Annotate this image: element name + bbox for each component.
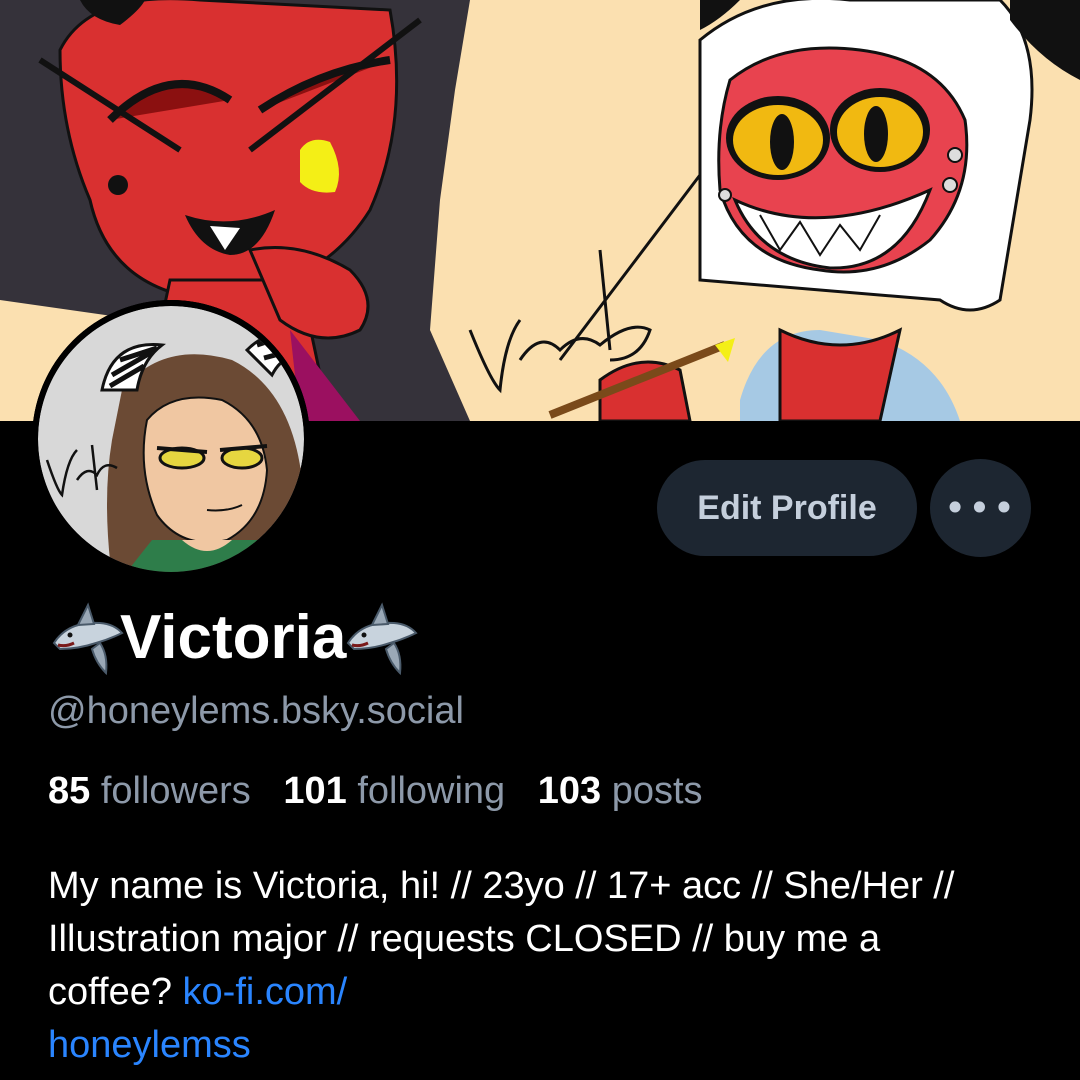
profile-page: Edit Profile ••• Victoria @honeylems.bsk… [0, 0, 1080, 1080]
followers-count: 85 [48, 770, 91, 812]
ellipsis-icon: ••• [943, 486, 1018, 530]
shark-icon [347, 602, 418, 676]
shark-icon [52, 602, 124, 676]
more-options-button[interactable]: ••• [930, 459, 1031, 557]
posts-count: 103 [537, 770, 602, 812]
following-label: following [357, 770, 506, 812]
posts-label: posts [611, 770, 703, 812]
profile-handle: @honeylems.bsky.social [48, 690, 464, 732]
followers-stat[interactable]: 85 followers [48, 770, 251, 812]
profile-stats: 85 followers 101 following 103 posts [48, 768, 725, 814]
following-stat[interactable]: 101 following [283, 770, 505, 812]
display-name: Victoria [120, 603, 347, 672]
following-count: 101 [283, 770, 347, 812]
profile-bio: My name is Victoria, hi! // 23yo // 17+ … [48, 860, 1008, 1072]
avatar[interactable] [32, 300, 310, 578]
kofi-link-line1: ko-fi.com/ [182, 971, 348, 1013]
kofi-link-line2: honeylemss [48, 1024, 251, 1066]
followers-label: followers [100, 770, 251, 812]
posts-stat: 103 posts [538, 770, 703, 812]
edit-profile-button[interactable]: Edit Profile [657, 460, 917, 556]
display-name-row: Victoria [48, 598, 420, 678]
avatar-image [32, 300, 310, 578]
